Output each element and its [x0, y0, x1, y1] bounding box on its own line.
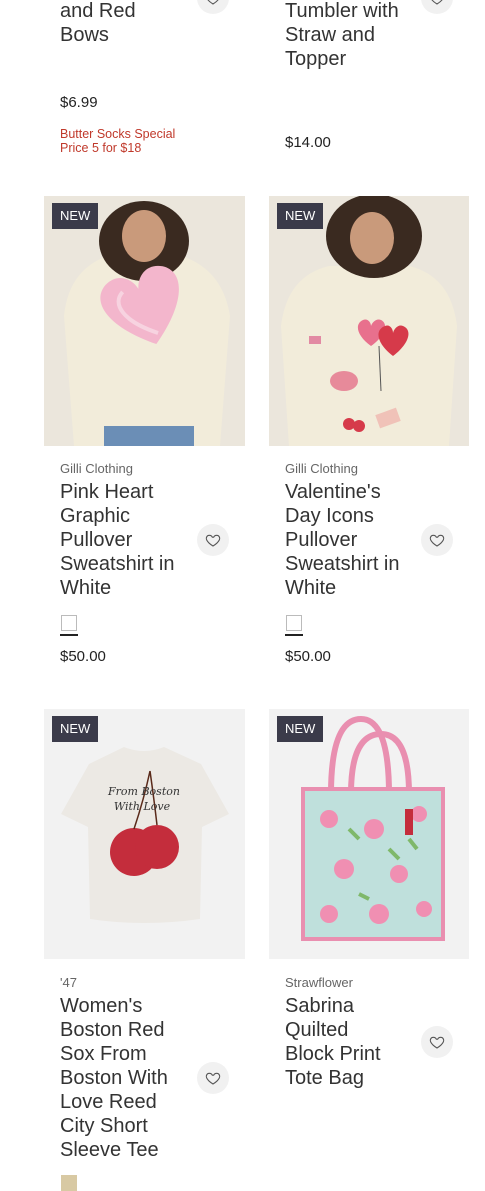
new-badge: NEW: [277, 203, 324, 229]
tote-illustration: [269, 709, 469, 959]
tee-print-line-1: From Boston: [107, 785, 180, 798]
product-title[interactable]: Women's Boston Red Sox From Boston With …: [60, 994, 168, 1162]
wishlist-button[interactable]: [197, 524, 229, 556]
product-price: $6.99: [60, 94, 98, 111]
product-title[interactable]: Valentine's Day Icons Pullover Sweatshir…: [285, 480, 400, 600]
sweatshirt-illustration: [269, 196, 469, 446]
product-image[interactable]: [269, 709, 469, 959]
new-badge: NEW: [52, 716, 99, 742]
color-swatch-white[interactable]: [61, 615, 77, 631]
tee-print-line-2: With Love: [114, 800, 171, 813]
brand-name[interactable]: Gilli Clothing: [60, 461, 133, 476]
wishlist-button[interactable]: [421, 1026, 453, 1058]
wishlist-button[interactable]: [421, 0, 453, 14]
heart-outline-icon: [205, 1072, 221, 1085]
heart-outline-icon: [429, 534, 445, 547]
sweatshirt-illustration: [44, 196, 245, 446]
heart-outline-icon: [429, 1036, 445, 1049]
wishlist-button[interactable]: [421, 524, 453, 556]
brand-name[interactable]: '47: [60, 975, 77, 990]
product-card-socks[interactable]: and Red Bows $6.99 Butter Socks Special …: [44, 0, 244, 170]
wishlist-button[interactable]: [197, 0, 229, 14]
product-price: $14.00: [285, 134, 331, 151]
tee-illustration: From Boston With Love: [44, 709, 245, 959]
product-card-boston-tee[interactable]: From Boston With Love NEW '47 Women's Bo…: [44, 709, 245, 1191]
brand-name[interactable]: Strawflower: [285, 975, 353, 990]
promo-text[interactable]: Butter Socks Special Price 5 for $18: [60, 127, 175, 155]
selected-swatch-indicator: [60, 634, 78, 636]
product-image[interactable]: [269, 196, 469, 446]
heart-outline-icon: [431, 0, 443, 5]
color-swatch-white[interactable]: [286, 615, 302, 631]
product-title[interactable]: Pink Heart Graphic Pullover Sweatshirt i…: [60, 480, 175, 600]
product-title[interactable]: Tumbler with Straw and Topper: [285, 0, 399, 71]
product-title[interactable]: and Red Bows: [60, 0, 136, 47]
new-badge: NEW: [277, 716, 324, 742]
product-card-tumbler[interactable]: Tumbler with Straw and Topper $14.00: [269, 0, 469, 170]
new-badge: NEW: [52, 203, 99, 229]
product-card-tote-bag[interactable]: NEW Strawflower Sabrina Quilted Block Pr…: [269, 709, 469, 1191]
heart-outline-icon: [207, 0, 219, 5]
product-card-pink-heart-sweatshirt[interactable]: NEW Gilli Clothing Pink Heart Graphic Pu…: [44, 196, 245, 676]
product-price: $50.00: [285, 648, 331, 665]
wishlist-button[interactable]: [197, 1062, 229, 1094]
product-card-valentines-sweatshirt[interactable]: NEW Gilli Clothing Valentine's Day Icons…: [269, 196, 469, 676]
product-price: $50.00: [60, 648, 106, 665]
brand-name[interactable]: Gilli Clothing: [285, 461, 358, 476]
product-image[interactable]: [44, 196, 245, 446]
product-image[interactable]: From Boston With Love: [44, 709, 245, 959]
heart-outline-icon: [205, 534, 221, 547]
product-title[interactable]: Sabrina Quilted Block Print Tote Bag: [285, 994, 381, 1090]
selected-swatch-indicator: [285, 634, 303, 636]
color-swatch-tan[interactable]: [61, 1175, 77, 1191]
